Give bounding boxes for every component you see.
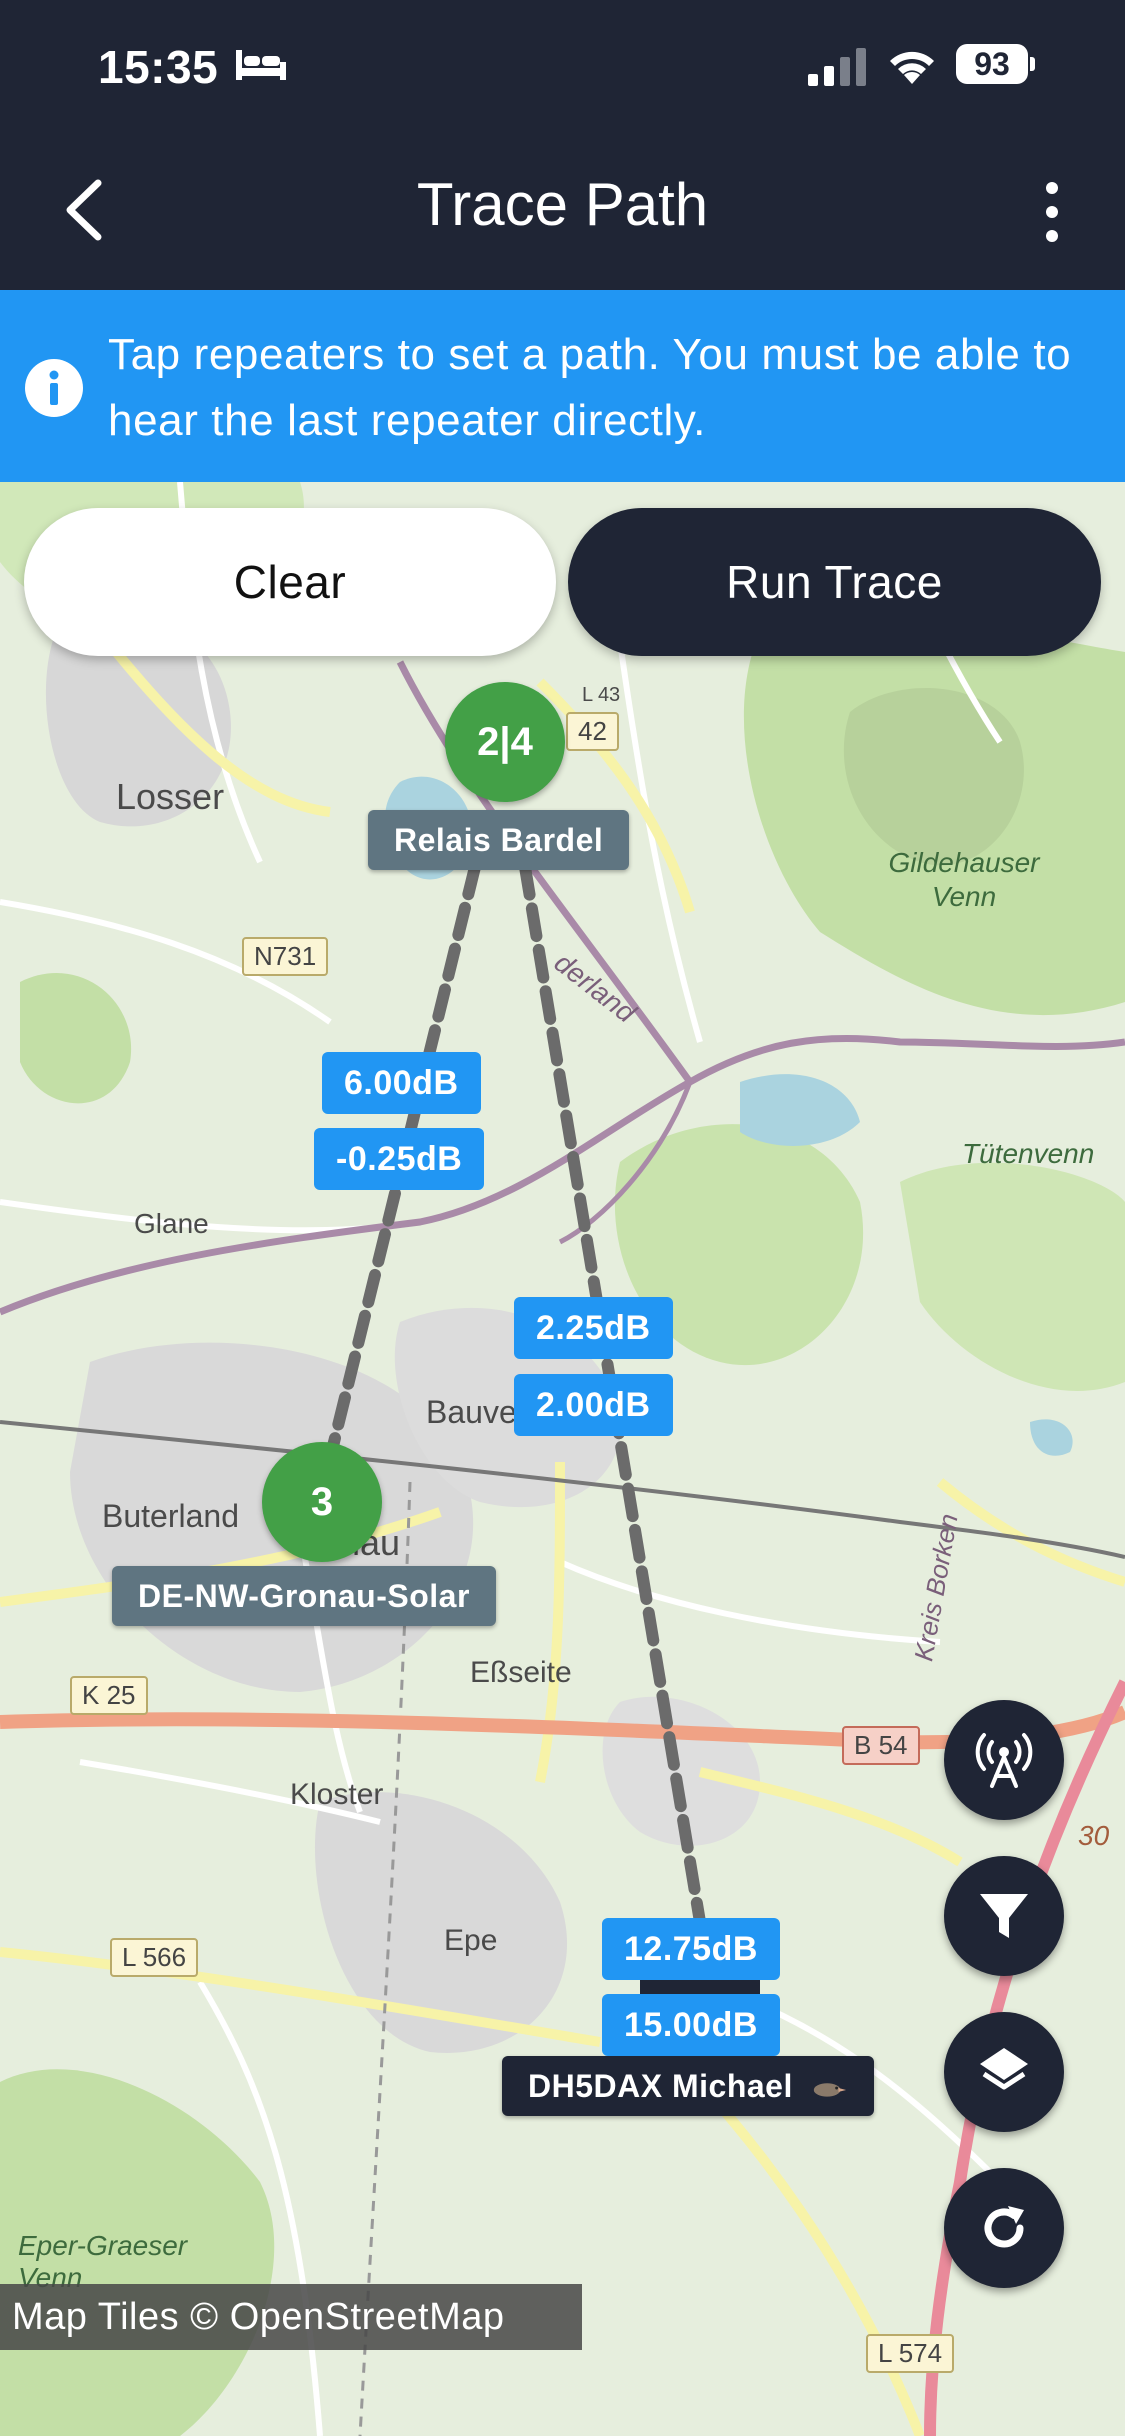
refresh-icon — [984, 2206, 1024, 2248]
run-trace-button[interactable]: Run Trace — [568, 508, 1101, 656]
repeater-marker-relais-bardel[interactable]: 2|4 — [445, 682, 565, 802]
place-label: Bauve — [426, 1394, 517, 1430]
road-label: L 574 — [866, 2334, 955, 2373]
own-node-name: DH5DAX Michael — [528, 2068, 793, 2104]
place-label: Kloster — [290, 1778, 384, 1811]
road-label: N731 — [242, 937, 329, 976]
page-title: Trace Path — [416, 171, 709, 238]
info-banner: Tap repeaters to set a path. You must be… — [0, 290, 1125, 482]
map-attribution[interactable]: Map Tiles © OpenStreetMap — [0, 2284, 582, 2350]
place-label: Epe — [444, 1924, 498, 1957]
snr-label-return: 15.00dB — [602, 1994, 780, 2056]
app-bar: Trace Path — [0, 130, 1125, 290]
own-node-label: DH5DAX Michael — [502, 2056, 875, 2116]
road-label: B 54 — [842, 1726, 920, 1765]
road-label: L 566 — [110, 1938, 199, 1977]
snr-label-forward: 2.25dB — [514, 1297, 673, 1359]
antenna-icon — [975, 1733, 1033, 1788]
more-options-icon[interactable] — [1030, 180, 1074, 244]
filter-fab[interactable] — [944, 1856, 1064, 1976]
map-view[interactable]: Losser N731 Gildehauser Venn Tütenvenn G… — [0, 482, 1125, 2436]
place-label: 30 — [1078, 1820, 1110, 1851]
status-bar: 15:35 93 — [0, 0, 1125, 130]
refresh-fab[interactable] — [944, 2168, 1064, 2288]
layers-fab[interactable] — [944, 2012, 1064, 2132]
place-label: Gildehauser Venn — [888, 847, 1040, 912]
road-label: 42 — [566, 712, 619, 751]
status-time: 15:35 — [98, 41, 219, 93]
battery-level: 93 — [956, 44, 1028, 84]
filter-icon — [980, 1894, 1028, 1938]
repeater-marker-gronau-solar[interactable]: 3 — [262, 1442, 382, 1562]
info-text: Tap repeaters to set a path. You must be… — [108, 330, 1072, 445]
wifi-icon — [890, 51, 934, 84]
signal-icon — [808, 48, 866, 86]
clear-button[interactable]: Clear — [24, 508, 556, 656]
snr-label-return: -0.25dB — [314, 1128, 485, 1190]
road-label: L 43 — [582, 684, 621, 706]
battery-indicator: 93 — [956, 44, 1036, 84]
place-label: Glane — [134, 1208, 209, 1239]
mole-icon — [814, 2082, 847, 2097]
repeaters-fab[interactable] — [944, 1700, 1064, 1820]
snr-label-return: 2.00dB — [514, 1374, 673, 1436]
place-label: Buterland — [102, 1498, 239, 1534]
snr-label-forward: 6.00dB — [322, 1052, 481, 1114]
sleep-icon — [236, 50, 286, 80]
place-label: Losser — [116, 776, 225, 817]
place-label: Tütenvenn — [962, 1138, 1095, 1169]
repeater-label-gronau-solar: DE-NW-Gronau-Solar — [112, 1566, 496, 1626]
road-label: K 25 — [70, 1676, 148, 1715]
snr-label-forward: 12.75dB — [602, 1918, 780, 1980]
repeater-label-relais-bardel: Relais Bardel — [368, 810, 630, 870]
place-label: Eßseite — [470, 1656, 572, 1689]
info-icon — [25, 359, 83, 417]
layers-icon — [980, 2048, 1028, 2090]
